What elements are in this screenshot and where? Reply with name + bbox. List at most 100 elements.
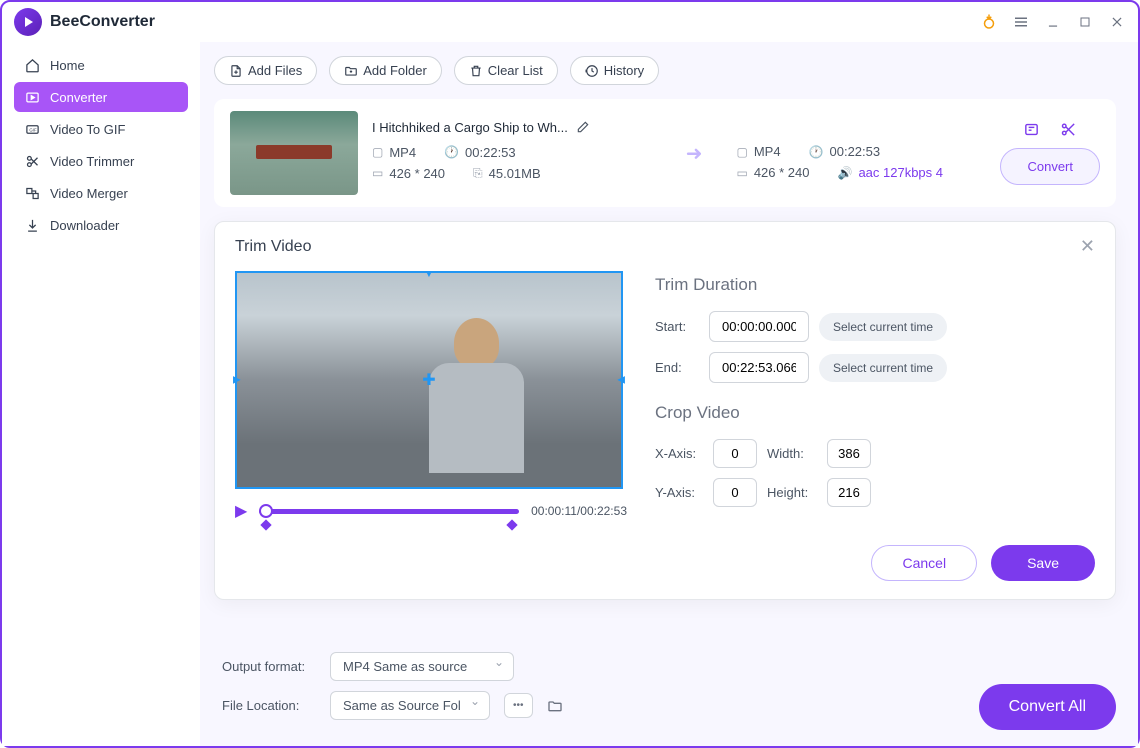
file-title-row: I Hitchhiked a Cargo Ship to Wh... (372, 120, 652, 135)
app-name: BeeConverter (50, 13, 155, 31)
merger-icon (24, 185, 40, 201)
crop-heading: Crop Video (655, 403, 1095, 423)
crop-handle-l[interactable]: ▶ (233, 375, 241, 386)
app-logo-wrap: BeeConverter (14, 8, 155, 36)
sidebar-item-converter[interactable]: Converter (14, 82, 188, 112)
minimize-icon[interactable] (1044, 13, 1062, 31)
file-card: I Hitchhiked a Cargo Ship to Wh... ▢MP4 … (214, 99, 1116, 207)
crop-handle-bl[interactable] (235, 475, 249, 489)
app-logo-icon (14, 8, 42, 36)
folder-plus-icon (344, 64, 358, 78)
src-size: 45.01MB (489, 166, 541, 181)
output-format-select[interactable]: MP4 Same as source (330, 652, 514, 681)
add-folder-button[interactable]: Add Folder (329, 56, 442, 85)
home-icon (24, 57, 40, 73)
folder-icon[interactable] (547, 698, 563, 714)
select-current-start[interactable]: Select current time (819, 313, 947, 341)
xaxis-input[interactable] (713, 439, 757, 468)
add-files-button[interactable]: Add Files (214, 56, 317, 85)
dst-resolution: 426 * 240 (754, 165, 810, 180)
sidebar-item-downloader[interactable]: Downloader (14, 210, 188, 240)
trim-modal: Trim Video ✕ ▼ ▶ ◀ ✚ (214, 221, 1116, 600)
modal-close-icon[interactable]: ✕ (1080, 236, 1095, 257)
res-icon: ▭ (736, 166, 747, 180)
height-label: Height: (767, 485, 817, 500)
size-icon: ⎘ (473, 166, 483, 181)
maximize-icon[interactable] (1076, 13, 1094, 31)
end-input[interactable] (709, 352, 809, 383)
download-icon (24, 217, 40, 233)
sidebar-item-merger[interactable]: Video Merger (14, 178, 188, 208)
footer: Output format: MP4 Same as source File L… (200, 642, 1138, 746)
convert-all-button[interactable]: Convert All (979, 684, 1116, 730)
width-input[interactable] (827, 439, 871, 468)
toolbar: Add Files Add Folder Clear List History (214, 56, 1116, 85)
output-format-label: Output format: (222, 659, 316, 674)
sidebar: Home Converter GIF Video To GIF Video Tr… (2, 42, 200, 746)
timeline-start-handle[interactable] (259, 504, 273, 518)
start-label: Start: (655, 319, 699, 334)
save-button[interactable]: Save (991, 545, 1095, 581)
convert-button[interactable]: Convert (1000, 148, 1100, 185)
sidebar-item-label: Converter (50, 90, 107, 105)
crop-handle-br[interactable] (609, 475, 623, 489)
close-icon[interactable] (1108, 13, 1126, 31)
crop-handle-tr[interactable] (609, 271, 623, 285)
end-label: End: (655, 360, 699, 375)
timeline-end-marker[interactable] (506, 519, 517, 530)
timeline[interactable] (259, 501, 519, 521)
history-button[interactable]: History (570, 56, 659, 85)
clock-icon: 🕐 (444, 145, 459, 159)
file-location-input[interactable] (330, 691, 490, 720)
video-thumbnail[interactable] (230, 111, 358, 195)
select-current-end[interactable]: Select current time (819, 354, 947, 382)
play-button[interactable]: ▶ (235, 501, 247, 521)
settings-icon[interactable] (1023, 121, 1040, 138)
xaxis-label: X-Axis: (655, 446, 703, 461)
crop-handle-t[interactable]: ▼ (424, 269, 434, 280)
timeline-timecode: 00:00:11/00:22:53 (531, 504, 627, 518)
src-format: MP4 (389, 145, 416, 160)
crop-handle-tl[interactable] (235, 271, 249, 285)
content-area: Add Files Add Folder Clear List History … (200, 42, 1138, 746)
gif-icon: GIF (24, 121, 40, 137)
yaxis-label: Y-Axis: (655, 485, 703, 500)
format-icon: ▢ (372, 145, 383, 159)
timeline-start-marker[interactable] (261, 519, 272, 530)
start-input[interactable] (709, 311, 809, 342)
yaxis-input[interactable] (713, 478, 757, 507)
file-title: I Hitchhiked a Cargo Ship to Wh... (372, 120, 568, 135)
arrow-icon: ➜ (686, 141, 703, 166)
height-input[interactable] (827, 478, 871, 507)
svg-text:GIF: GIF (29, 127, 37, 132)
format-icon: ▢ (736, 145, 747, 159)
modal-title: Trim Video (235, 238, 311, 256)
premium-icon[interactable] (980, 13, 998, 31)
sidebar-item-trimmer[interactable]: Video Trimmer (14, 146, 188, 176)
crop-handle-r[interactable]: ◀ (617, 375, 625, 386)
video-preview[interactable]: ▼ ▶ ◀ ✚ (235, 271, 623, 489)
location-more-button[interactable]: ••• (504, 693, 533, 718)
history-icon (585, 64, 599, 78)
cancel-button[interactable]: Cancel (871, 545, 977, 581)
converter-icon (24, 89, 40, 105)
sidebar-item-label: Video To GIF (50, 122, 125, 137)
sidebar-item-label: Video Trimmer (50, 154, 134, 169)
clear-list-button[interactable]: Clear List (454, 56, 558, 85)
edit-icon[interactable] (576, 120, 590, 134)
crop-center-icon[interactable]: ✚ (422, 370, 435, 390)
trash-icon (469, 64, 483, 78)
scissors-icon[interactable] (1060, 121, 1077, 138)
clock-icon: 🕐 (809, 145, 824, 159)
sidebar-item-gif[interactable]: GIF Video To GIF (14, 114, 188, 144)
file-plus-icon (229, 64, 243, 78)
file-location-label: File Location: (222, 698, 316, 713)
dst-format: MP4 (754, 144, 781, 159)
trimmer-icon (24, 153, 40, 169)
src-resolution: 426 * 240 (389, 166, 445, 181)
trim-heading: Trim Duration (655, 275, 1095, 295)
sidebar-item-home[interactable]: Home (14, 50, 188, 80)
titlebar: BeeConverter (2, 2, 1138, 42)
menu-icon[interactable] (1012, 13, 1030, 31)
sidebar-item-label: Video Merger (50, 186, 128, 201)
